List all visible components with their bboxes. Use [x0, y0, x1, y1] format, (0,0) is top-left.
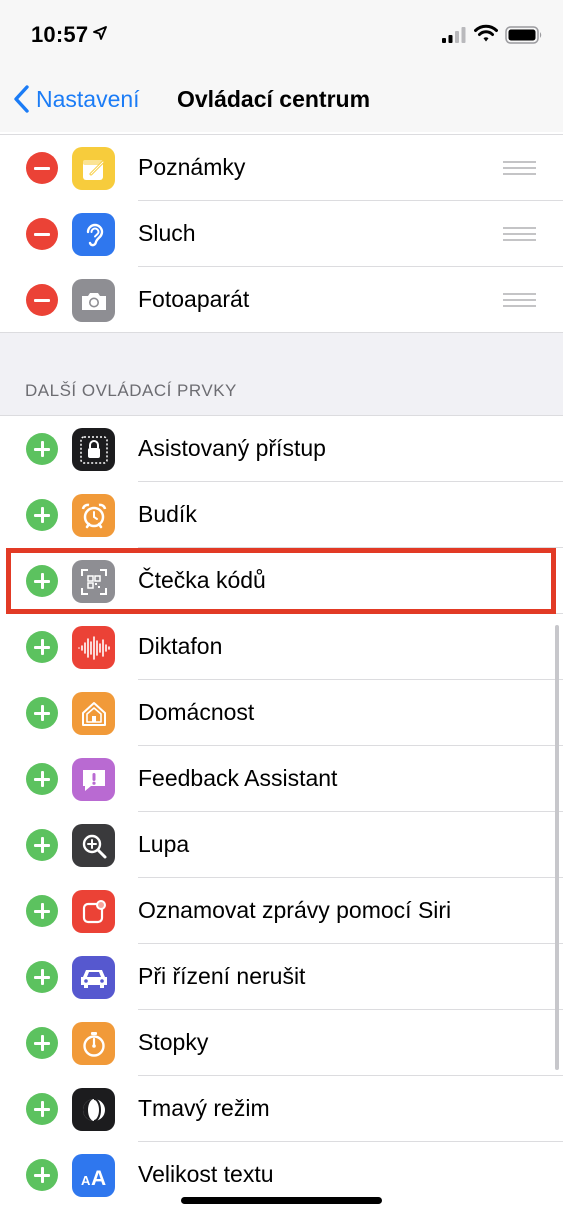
control-label: Lupa — [138, 831, 190, 857]
status-time: 10:57 — [31, 22, 89, 47]
remove-button[interactable] — [26, 152, 58, 184]
control-label: Tmavý režim — [138, 1095, 270, 1121]
control-row-code-scanner: Čtečka kódů — [0, 548, 563, 614]
section-header: DALŠÍ OVLÁDACÍ PRVKY — [25, 381, 237, 400]
control-row-stopwatch: Stopky — [0, 1010, 563, 1076]
control-label: Čtečka kódů — [138, 567, 266, 593]
more-controls-list: Asistovaný přístup Budík Čtečka kódů Dik… — [0, 416, 563, 1208]
control-row-alarm: Budík — [0, 482, 563, 548]
control-row-do-not-disturb-driving: Při řízení nerušit — [0, 944, 563, 1010]
control-label: Sluch — [138, 220, 196, 246]
control-row-announce-messages: Oznamovat zprávy pomocí Siri — [0, 878, 563, 944]
add-button[interactable] — [26, 829, 58, 861]
notes-icon — [72, 147, 115, 190]
feedback-icon — [72, 758, 115, 801]
remove-button[interactable] — [26, 284, 58, 316]
reorder-handle-icon[interactable] — [503, 161, 536, 175]
add-button[interactable] — [26, 631, 58, 663]
wifi-icon — [474, 24, 498, 42]
magnifier-icon — [72, 824, 115, 867]
home-icon — [72, 692, 115, 735]
add-button[interactable] — [26, 697, 58, 729]
control-row-feedback-assistant: Feedback Assistant — [0, 746, 563, 812]
control-label: Feedback Assistant — [138, 765, 338, 791]
reorder-handle-icon[interactable] — [503, 293, 536, 307]
svg-text:A: A — [81, 1173, 91, 1188]
control-row-magnifier: Lupa — [0, 812, 563, 878]
control-row-guided-access: Asistovaný přístup — [0, 416, 563, 482]
included-controls-list: Poznámky Sluch Fotoaparát — [0, 134, 563, 333]
control-label: Domácnost — [138, 699, 255, 725]
control-row-notes: Poznámky — [0, 135, 563, 201]
cellular-signal-icon — [442, 27, 466, 43]
control-label: Při řízení nerušit — [138, 963, 306, 989]
waveform-icon — [72, 626, 115, 669]
add-button[interactable] — [26, 961, 58, 993]
control-row-voice-memos: Diktafon — [0, 614, 563, 680]
control-label: Poznámky — [138, 154, 246, 180]
svg-text:A: A — [91, 1167, 106, 1189]
control-label: Oznamovat zprávy pomocí Siri — [138, 897, 452, 923]
section-spacer: DALŠÍ OVLÁDACÍ PRVKY — [0, 332, 563, 416]
add-button[interactable] — [26, 1093, 58, 1125]
dark-mode-icon — [72, 1088, 115, 1131]
scrollbar[interactable] — [555, 625, 559, 1070]
control-label: Budík — [138, 501, 197, 527]
control-row-hearing: Sluch — [0, 201, 563, 267]
control-label: Asistovaný přístup — [138, 435, 326, 461]
home-indicator[interactable] — [181, 1197, 382, 1204]
add-button[interactable] — [26, 895, 58, 927]
add-button[interactable] — [26, 1027, 58, 1059]
camera-icon — [72, 279, 115, 322]
back-button[interactable]: Nastavení — [12, 84, 140, 114]
add-button[interactable] — [26, 565, 58, 597]
battery-icon — [505, 26, 542, 44]
remove-button[interactable] — [26, 218, 58, 250]
control-row-dark-mode: Tmavý režim — [0, 1076, 563, 1142]
stopwatch-icon — [72, 1022, 115, 1065]
qr-code-icon — [72, 560, 115, 603]
navigation-bar: Nastavení Ovládací centrum — [0, 70, 563, 132]
control-label: Diktafon — [138, 633, 223, 659]
back-button-label: Nastavení — [36, 85, 140, 112]
add-button[interactable] — [26, 499, 58, 531]
control-label: Stopky — [138, 1029, 209, 1055]
page-title: Ovládací centrum — [177, 86, 371, 112]
chevron-left-icon — [14, 85, 29, 113]
control-label: Velikost textu — [138, 1161, 274, 1187]
status-bar: 10:57 — [0, 0, 563, 70]
add-button[interactable] — [26, 763, 58, 795]
location-arrow-icon — [93, 26, 107, 40]
reorder-handle-icon[interactable] — [503, 227, 536, 241]
control-label: Fotoaparát — [138, 286, 250, 312]
control-row-camera: Fotoaparát — [0, 267, 563, 333]
car-icon — [72, 956, 115, 999]
ear-icon — [72, 213, 115, 256]
add-button[interactable] — [26, 1159, 58, 1191]
lock-icon — [72, 428, 115, 471]
add-button[interactable] — [26, 433, 58, 465]
text-size-icon: AA — [72, 1154, 115, 1197]
announce-messages-icon — [72, 890, 115, 933]
control-row-home: Domácnost — [0, 680, 563, 746]
alarm-clock-icon — [72, 494, 115, 537]
